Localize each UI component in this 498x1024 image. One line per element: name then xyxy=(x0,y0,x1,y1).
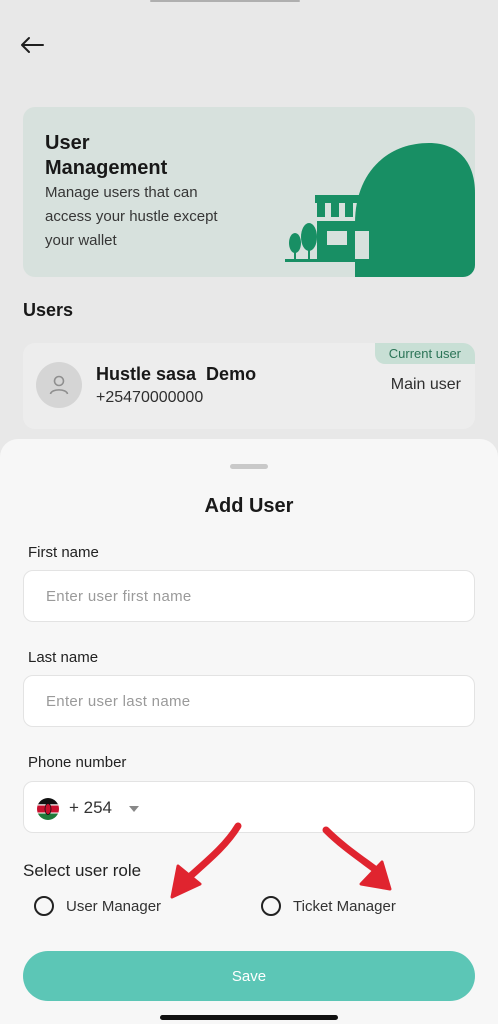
role-option-user-manager[interactable]: User Manager xyxy=(34,896,161,916)
last-name-label: Last name xyxy=(28,649,99,666)
radio-button[interactable] xyxy=(34,896,54,916)
add-user-sheet: Add User First name Last name Phone numb… xyxy=(0,439,498,1024)
role-heading: Select user role xyxy=(23,861,142,880)
chevron-down-icon[interactable] xyxy=(129,806,139,812)
role-option-label: Ticket Manager xyxy=(293,897,396,915)
phone-number-field[interactable]: + 254 xyxy=(23,781,475,833)
kenya-flag-icon xyxy=(37,798,59,820)
sheet-title: Add User xyxy=(204,495,294,517)
first-name-label: First name xyxy=(28,544,99,561)
home-indicator xyxy=(160,1015,338,1020)
save-button[interactable]: Save xyxy=(23,951,475,1001)
sheet-drag-handle[interactable] xyxy=(230,464,268,469)
last-name-input[interactable] xyxy=(23,675,475,727)
role-option-ticket-manager[interactable]: Ticket Manager xyxy=(261,896,396,916)
role-option-label: User Manager xyxy=(66,897,162,915)
first-name-input[interactable] xyxy=(23,570,475,622)
phone-number-label: Phone number xyxy=(28,754,127,771)
radio-button[interactable] xyxy=(261,896,281,916)
country-code[interactable]: + 254 xyxy=(69,798,112,818)
